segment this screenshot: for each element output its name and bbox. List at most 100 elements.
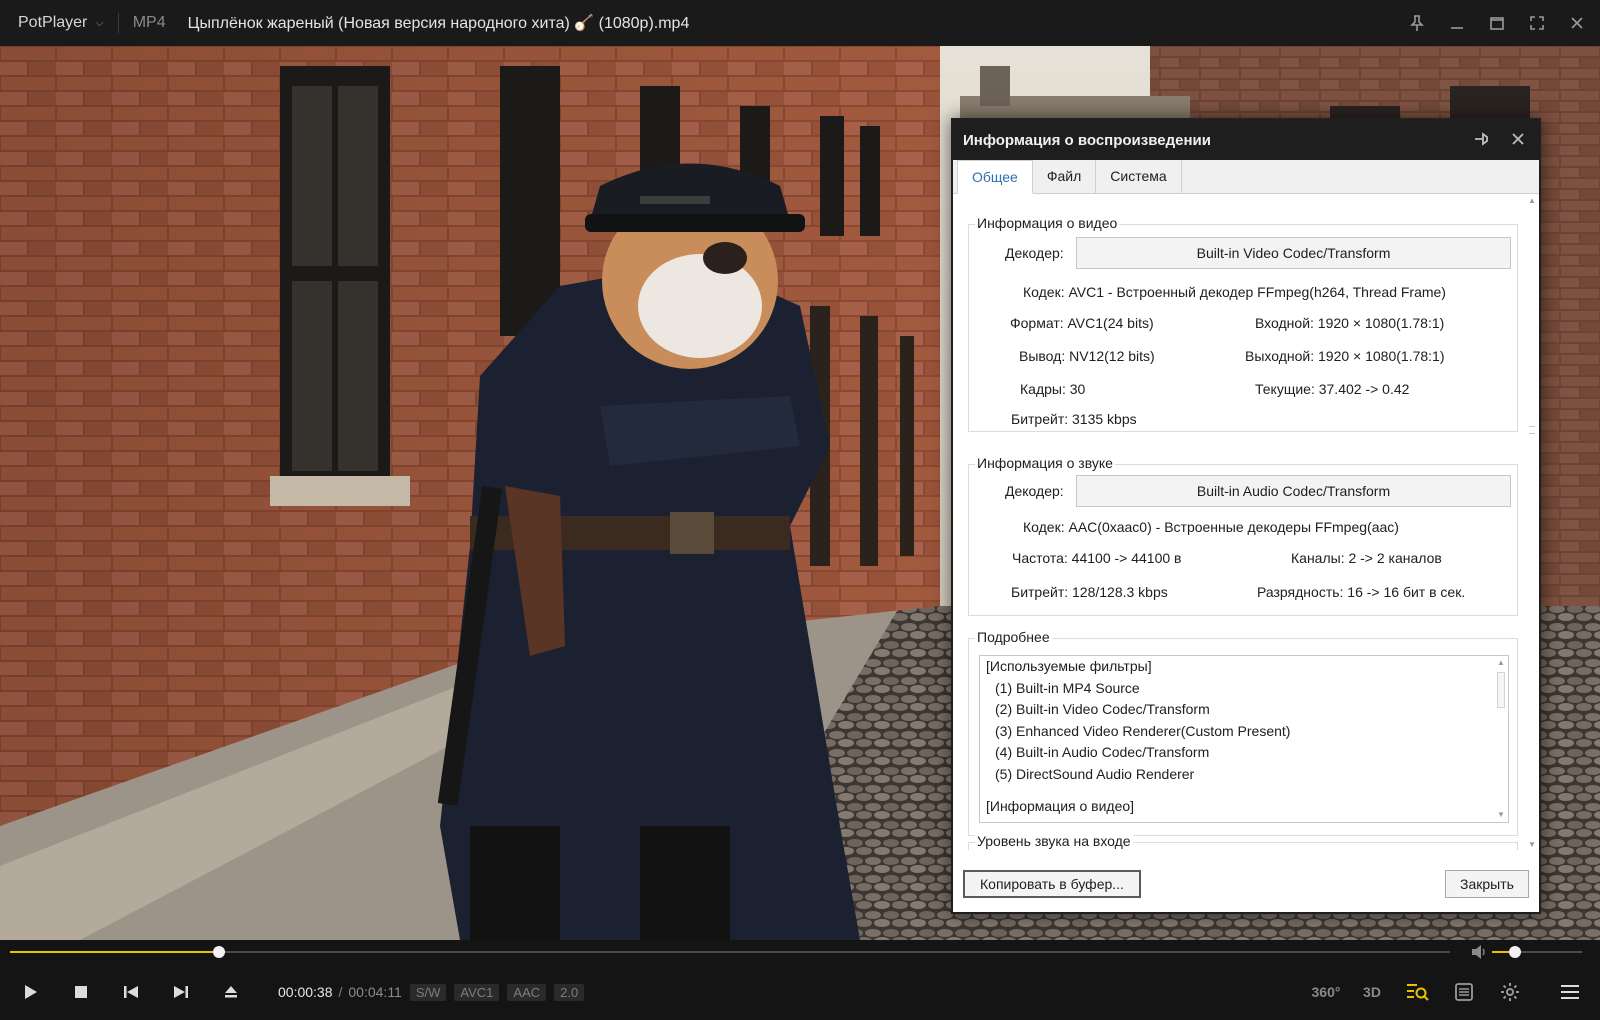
hamburger-icon	[1561, 985, 1579, 999]
scroll-thumb[interactable]	[1529, 426, 1535, 434]
video-info-title: Информация о видео	[975, 215, 1120, 231]
next-button[interactable]	[156, 964, 206, 1020]
copy-to-clipboard-button[interactable]: Копировать в буфер...	[963, 870, 1141, 898]
scroll-up-icon[interactable]: ▲	[1527, 196, 1537, 206]
maximize-button[interactable]	[1484, 10, 1510, 36]
seek-handle[interactable]	[212, 946, 225, 958]
settings-button[interactable]	[1490, 964, 1530, 1020]
pin-button[interactable]	[1404, 10, 1430, 36]
seek-bar[interactable]	[10, 946, 1450, 958]
details-line: (3) Enhanced Video Renderer(Custom Prese…	[995, 722, 1291, 739]
audio-sample-rate: Частота: 44100 -> 44100 в	[1012, 550, 1182, 566]
scroll-up-icon[interactable]: ▲	[1496, 658, 1506, 668]
vr-360-button[interactable]: 360°	[1306, 964, 1346, 1020]
playlist-search-button[interactable]	[1398, 964, 1438, 1020]
control-bar: 00:00:38 / 00:04:11 S/W AVC1 AAC 2.0 360…	[0, 964, 1600, 1020]
details-line: [Используемые фильтры]	[986, 658, 1152, 674]
dialog-header: Информация о воспроизведении	[953, 120, 1539, 160]
stop-icon	[75, 986, 87, 998]
seek-bar-area	[0, 940, 1600, 964]
title-bar: PotPlayer ⌵ MP4 Цыплёнок жареный (Новая …	[0, 0, 1600, 46]
video-output-size: Выходной: 1920 × 1080(1.78:1)	[1245, 348, 1445, 364]
file-title: Цыплёнок жареный (Новая версия народного…	[187, 15, 690, 32]
play-button[interactable]	[6, 964, 56, 1020]
audio-channels-tag[interactable]: 2.0	[554, 983, 585, 1001]
audio-channels: Каналы: 2 -> 2 каналов	[1291, 550, 1442, 566]
details-list[interactable]: [Используемые фильтры] (1) Built-in MP4 …	[979, 655, 1509, 823]
list-search-icon	[1407, 984, 1429, 1001]
tab-system[interactable]: Система	[1096, 159, 1182, 193]
video-format: Формат: AVC1(24 bits)	[1010, 315, 1154, 331]
video-codec-tag[interactable]: AVC1	[454, 983, 500, 1001]
tab-file[interactable]: Файл	[1032, 159, 1097, 193]
fullscreen-icon	[1530, 16, 1544, 30]
close-window-button[interactable]	[1564, 10, 1590, 36]
previous-button[interactable]	[106, 964, 156, 1020]
video-codec: Кодек: AVC1 - Встроенный декодер FFmpeg(…	[1023, 284, 1446, 300]
scroll-down-icon[interactable]: ▼	[1496, 810, 1506, 820]
dialog-header-buttons	[1471, 128, 1529, 150]
pin-icon	[1475, 132, 1488, 146]
audio-info-group: Информация о звуке Декодер: Built-in Aud…	[968, 455, 1518, 616]
close-icon	[1512, 133, 1524, 145]
dialog-scrollbar[interactable]: ▲ ▼	[1527, 194, 1537, 850]
eject-icon	[225, 986, 237, 998]
video-current-fps: Текущие: 37.402 -> 0.42	[1255, 381, 1410, 397]
seek-progress	[10, 951, 219, 953]
stop-button[interactable]	[56, 964, 106, 1020]
details-line: (4) Built-in Audio Codec/Transform	[995, 744, 1210, 760]
dialog-pin-button[interactable]	[1471, 128, 1493, 150]
minimize-icon	[1451, 27, 1463, 29]
details-line: (5) DirectSound Audio Renderer	[995, 765, 1195, 782]
dialog-close-button[interactable]	[1507, 128, 1529, 150]
stereo-3d-label: 3D	[1363, 984, 1381, 1000]
title-divider	[117, 13, 119, 33]
main-menu-button[interactable]	[1550, 964, 1590, 1020]
time-separator: /	[338, 984, 343, 1000]
volume-handle[interactable]	[1509, 946, 1522, 958]
app-menu-button[interactable]: PotPlayer ⌵	[0, 14, 104, 32]
dialog-footer: Копировать в буфер... Закрыть	[953, 854, 1539, 912]
volume-slider[interactable]	[1492, 946, 1582, 958]
video-frames: Кадры: 30	[1020, 381, 1086, 397]
play-icon	[25, 985, 37, 999]
open-file-button[interactable]	[206, 964, 256, 1020]
input-level-group: Уровень звука на входе	[968, 833, 1518, 850]
stereo-3d-button[interactable]: 3D	[1352, 964, 1392, 1020]
dialog-content[interactable]: Информация о видео Декодер: Built-in Vid…	[953, 194, 1539, 850]
scroll-down-icon[interactable]: ▼	[1527, 840, 1537, 850]
current-time: 00:00:38	[278, 984, 333, 1000]
details-title: Подробнее	[975, 629, 1052, 645]
chapter-button[interactable]	[1444, 964, 1484, 1020]
details-line: (2) Built-in Video Codec/Transform	[995, 701, 1210, 717]
format-label: MP4	[132, 14, 166, 31]
gear-icon	[1501, 983, 1519, 1001]
details-line: (1) Built-in MP4 Source	[995, 679, 1140, 696]
panel-icon	[1455, 983, 1473, 1001]
time-display: 00:00:38 / 00:04:11	[278, 984, 402, 1000]
audio-bitrate: Битрейт: 128/128.3 kbps	[1011, 584, 1168, 600]
minimize-button[interactable]	[1444, 10, 1470, 36]
input-level-title: Уровень звука на входе	[975, 833, 1133, 849]
audio-codec-tag[interactable]: AAC	[507, 983, 547, 1001]
skip-back-icon	[124, 986, 138, 998]
volume-icon[interactable]	[1470, 944, 1488, 960]
fullscreen-button[interactable]	[1524, 10, 1550, 36]
video-decoder-button[interactable]: Built-in Video Codec/Transform	[1076, 237, 1511, 269]
audio-decoder-label: Декодер:	[1005, 483, 1064, 499]
tab-general[interactable]: Общее	[957, 160, 1033, 194]
dialog-title: Информация о воспроизведении	[963, 131, 1211, 149]
video-decoder-label: Декодер:	[1005, 245, 1064, 261]
details-scrollbar[interactable]: ▲ ▼	[1496, 658, 1506, 820]
dialog-close-bottom-button[interactable]: Закрыть	[1445, 870, 1529, 898]
video-output-format: Вывод: NV12(12 bits)	[1019, 348, 1155, 364]
decoder-mode-tag[interactable]: S/W	[409, 983, 447, 1001]
control-bar-right: 360° 3D	[1306, 964, 1590, 1020]
close-icon	[1571, 17, 1583, 29]
scroll-thumb[interactable]	[1497, 672, 1505, 708]
audio-decoder-button[interactable]: Built-in Audio Codec/Transform	[1076, 475, 1511, 507]
chevron-down-icon: ⌵	[95, 16, 104, 29]
pin-icon	[1410, 15, 1424, 31]
playback-info-dialog: Информация о воспроизведении Общее Файл …	[951, 118, 1541, 914]
video-info-group: Информация о видео Декодер: Built-in Vid…	[968, 215, 1518, 432]
